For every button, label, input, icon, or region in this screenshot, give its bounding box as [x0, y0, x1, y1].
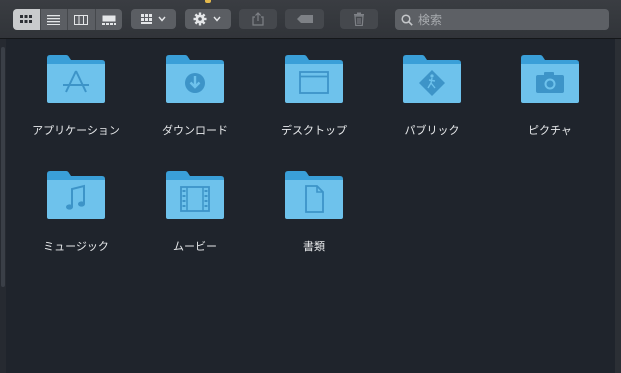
chevron-down-icon — [157, 16, 166, 22]
column-view-button[interactable] — [68, 9, 96, 30]
grid-icon — [140, 14, 166, 24]
folder-item-applications[interactable]: アプリケーション — [16, 43, 136, 153]
folder-item-movies[interactable]: ムービー — [135, 159, 255, 269]
search-placeholder: 検索 — [418, 13, 443, 27]
scrollbar-thumb[interactable] — [1, 47, 5, 287]
folder-item-downloads[interactable]: ダウンロード — [135, 43, 255, 153]
download-folder-icon — [166, 55, 224, 103]
group-by-button[interactable] — [131, 9, 176, 29]
folder-label: ダウンロード — [162, 124, 228, 137]
share-button[interactable] — [239, 9, 277, 29]
folder-item-desktop[interactable]: デスクトップ — [254, 43, 374, 153]
action-button[interactable] — [185, 9, 231, 29]
trash-icon — [354, 12, 364, 26]
camera-folder-icon — [521, 55, 579, 103]
column-view-icon — [74, 14, 89, 25]
music-folder-icon — [47, 171, 105, 219]
search-field[interactable]: 検索 — [395, 9, 609, 30]
window-notch — [205, 0, 211, 3]
folder-label: 書類 — [303, 240, 325, 253]
folder-label: アプリケーション — [32, 124, 120, 137]
folder-item-music[interactable]: ミュージック — [16, 159, 136, 269]
folder-label: ミュージック — [43, 240, 109, 253]
public-folder-icon — [403, 55, 461, 103]
folder-item-documents[interactable]: 書類 — [254, 159, 374, 269]
gallery-view-icon — [101, 15, 116, 25]
app-store-folder-icon — [47, 55, 105, 103]
folder-label: デスクトップ — [281, 124, 347, 137]
icon-view-content: アプリケーション ダウンロード デスクトップ パブリック ピクチャ ミュージック… — [0, 39, 621, 373]
gallery-view-button[interactable] — [96, 9, 123, 30]
desktop-folder-icon — [285, 55, 343, 103]
finder-window: 検索 アプリケーション ダウンロード デスクトップ パブリック ピクチャ ミュー… — [0, 0, 621, 373]
search-icon — [401, 13, 413, 26]
share-icon — [252, 12, 264, 26]
tag-icon — [296, 15, 313, 23]
tag-button[interactable] — [285, 9, 324, 29]
icon-view-icon — [20, 14, 33, 23]
icon-view-button[interactable] — [13, 9, 41, 30]
folder-label: ムービー — [173, 240, 217, 253]
right-edge — [615, 39, 621, 373]
folder-item-pictures[interactable]: ピクチャ — [490, 43, 610, 153]
folder-label: パブリック — [404, 124, 460, 137]
folder-item-public[interactable]: パブリック — [372, 43, 492, 153]
trash-button[interactable] — [340, 9, 378, 29]
gear-icon — [193, 12, 221, 26]
document-folder-icon — [285, 171, 343, 219]
toolbar: 検索 — [0, 0, 621, 39]
view-mode-segmented-control — [13, 9, 122, 30]
list-view-button[interactable] — [41, 9, 68, 30]
list-view-icon — [47, 14, 61, 25]
folder-label: ピクチャ — [528, 124, 572, 137]
scroll-edge — [0, 39, 6, 373]
movie-folder-icon — [166, 171, 224, 219]
